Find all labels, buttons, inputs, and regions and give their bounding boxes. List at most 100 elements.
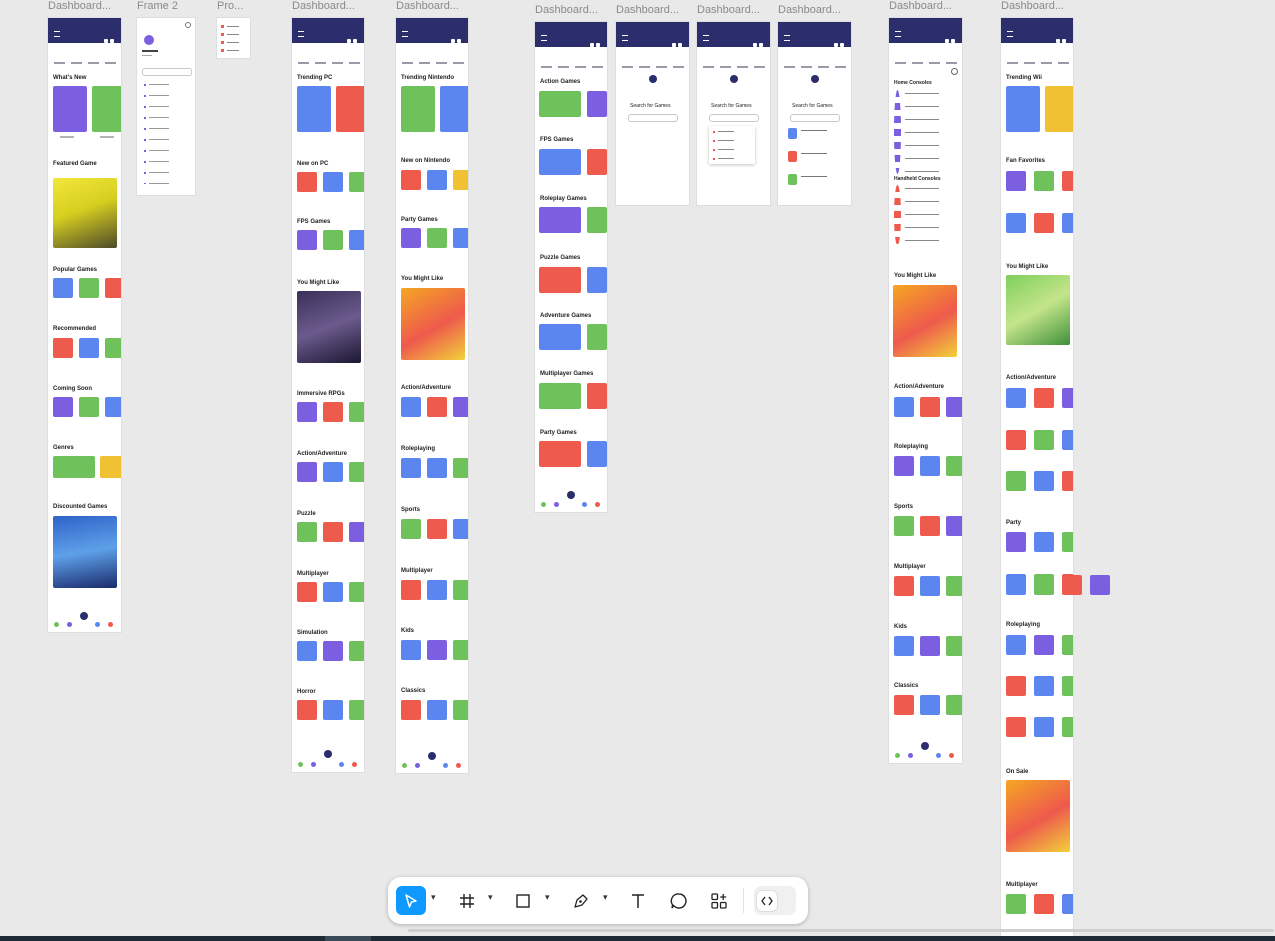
horizontal-scrollbar[interactable] — [408, 929, 1274, 932]
frame-label[interactable]: Dashboard... — [48, 0, 118, 12]
menu-icon[interactable] — [54, 31, 60, 37]
game-cover[interactable] — [92, 86, 121, 132]
bottom-nav[interactable] — [48, 622, 121, 628]
search-icon[interactable] — [811, 75, 819, 83]
dashboard-frame-genres[interactable]: Action Games FPS Games Roleplay Games Pu… — [535, 22, 607, 512]
genre-card[interactable] — [100, 456, 121, 478]
search-result[interactable] — [788, 151, 797, 162]
game-cover[interactable] — [53, 86, 87, 132]
bottom-nav[interactable] — [292, 762, 364, 768]
game-cover[interactable] — [297, 291, 361, 363]
chevron-down-icon[interactable]: ▾ — [603, 892, 608, 903]
chevron-down-icon[interactable]: ▾ — [545, 892, 550, 903]
menu-icon[interactable] — [1007, 31, 1013, 37]
dashboard-frame-nintendo[interactable]: Trending Nintendo New on Nintendo Party … — [396, 18, 468, 773]
game-cover[interactable] — [1006, 780, 1070, 852]
cart-profile-icons[interactable] — [832, 34, 846, 47]
search-frame-results[interactable]: Search for Games — [778, 22, 851, 205]
chevron-down-icon[interactable]: ▾ — [488, 892, 493, 903]
featured-game-image[interactable] — [53, 178, 117, 248]
search-fab[interactable] — [80, 612, 88, 620]
menu-icon[interactable] — [703, 35, 709, 41]
game-cover[interactable] — [893, 285, 957, 357]
platform-tabs[interactable] — [1001, 51, 1073, 64]
cart-profile-icons[interactable] — [751, 34, 765, 47]
actions-tool[interactable] — [704, 886, 734, 915]
drawer-search-input[interactable] — [142, 68, 192, 76]
menu-icon[interactable] — [402, 31, 408, 37]
comment-tool[interactable] — [664, 886, 694, 915]
search-result[interactable] — [788, 174, 797, 185]
bottom-nav[interactable] — [396, 763, 468, 769]
frame-label[interactable]: Dashboard... — [396, 0, 468, 12]
menu-icon[interactable] — [784, 35, 790, 41]
game-cover[interactable] — [401, 288, 465, 360]
frame-label[interactable]: Dashboard... — [616, 4, 688, 16]
bottom-nav[interactable] — [535, 502, 607, 508]
search-frame-dropdown[interactable]: Search for Games — [697, 22, 770, 205]
platform-tabs[interactable] — [778, 55, 851, 68]
platform-tabs[interactable] — [292, 51, 364, 64]
text-tool[interactable] — [623, 886, 653, 915]
shape-tool[interactable] — [508, 886, 538, 915]
cart-profile-icons[interactable] — [102, 30, 116, 43]
close-icon[interactable] — [951, 68, 958, 75]
platform-tabs[interactable] — [889, 51, 962, 64]
cart-profile-icons[interactable] — [345, 30, 359, 43]
move-tool[interactable] — [396, 886, 426, 915]
frame-label[interactable]: Dashboard... — [535, 4, 607, 16]
menu-icon[interactable] — [895, 31, 901, 37]
overflow-tile[interactable] — [1062, 575, 1082, 595]
search-icon[interactable] — [649, 75, 657, 83]
chevron-down-icon[interactable]: ▾ — [431, 892, 436, 903]
dev-mode-toggle[interactable] — [754, 886, 796, 915]
cart-profile-icons[interactable] — [943, 30, 957, 43]
platform-dropdown[interactable] — [709, 126, 755, 164]
platform-tabs[interactable] — [697, 55, 770, 68]
search-input[interactable] — [628, 114, 678, 122]
search-fab[interactable] — [324, 750, 332, 758]
search-input[interactable] — [709, 114, 759, 122]
dashboard-frame-pc[interactable]: Trending PC New on PC FPS Games You Migh… — [292, 18, 364, 772]
menu-icon[interactable] — [622, 35, 628, 41]
frame-label[interactable]: Dashboard... — [889, 0, 961, 12]
cart-profile-icons[interactable] — [1054, 30, 1068, 43]
overflow-tile[interactable] — [1006, 575, 1026, 595]
side-drawer-frame[interactable] — [137, 18, 195, 195]
profile-menu-frame[interactable] — [217, 18, 250, 58]
overflow-tile[interactable] — [1034, 575, 1054, 595]
platform-tabs[interactable] — [396, 51, 468, 64]
frame-label[interactable]: Dashboard... — [292, 0, 364, 12]
dashboard-frame-wii[interactable]: Trending Wii Fan Favorites You Might Lik… — [1001, 18, 1073, 941]
platform-tabs[interactable] — [616, 55, 689, 68]
search-fab[interactable] — [428, 752, 436, 760]
discounted-game-image[interactable] — [53, 516, 117, 588]
frame-label[interactable]: Dashboard... — [778, 4, 850, 16]
cart-profile-icons[interactable] — [449, 30, 463, 43]
overflow-tile[interactable] — [1090, 575, 1110, 595]
dashboard-frame-consoles[interactable]: Home Consoles Handheld Consoles You Migh… — [889, 18, 962, 763]
search-icon[interactable] — [730, 75, 738, 83]
search-input[interactable] — [790, 114, 840, 122]
menu-icon[interactable] — [541, 35, 547, 41]
pen-tool[interactable] — [566, 886, 596, 915]
search-fab[interactable] — [567, 491, 575, 499]
platform-tabs[interactable] — [535, 55, 607, 68]
menu-icon[interactable] — [298, 31, 304, 37]
platform-tabs[interactable] — [48, 51, 121, 64]
frame-tool[interactable] — [452, 886, 482, 915]
dashboard-frame-home[interactable]: What's New Featured Game Popular Games R… — [48, 18, 121, 632]
cart-profile-icons[interactable] — [588, 34, 602, 47]
cart-profile-icons[interactable] — [670, 34, 684, 47]
frame-label[interactable]: Pro... — [217, 0, 252, 12]
search-result[interactable] — [788, 128, 797, 139]
game-cover[interactable] — [1006, 275, 1070, 345]
frame-label[interactable]: Dashboard... — [1001, 0, 1073, 12]
search-fab[interactable] — [921, 742, 929, 750]
genre-card[interactable] — [53, 456, 95, 478]
close-icon[interactable] — [185, 22, 191, 28]
bottom-nav[interactable] — [889, 753, 962, 759]
frame-label[interactable]: Frame 2 — [137, 0, 187, 12]
frame-label[interactable]: Dashboard... — [697, 4, 769, 16]
search-frame-empty[interactable]: Search for Games — [616, 22, 689, 205]
